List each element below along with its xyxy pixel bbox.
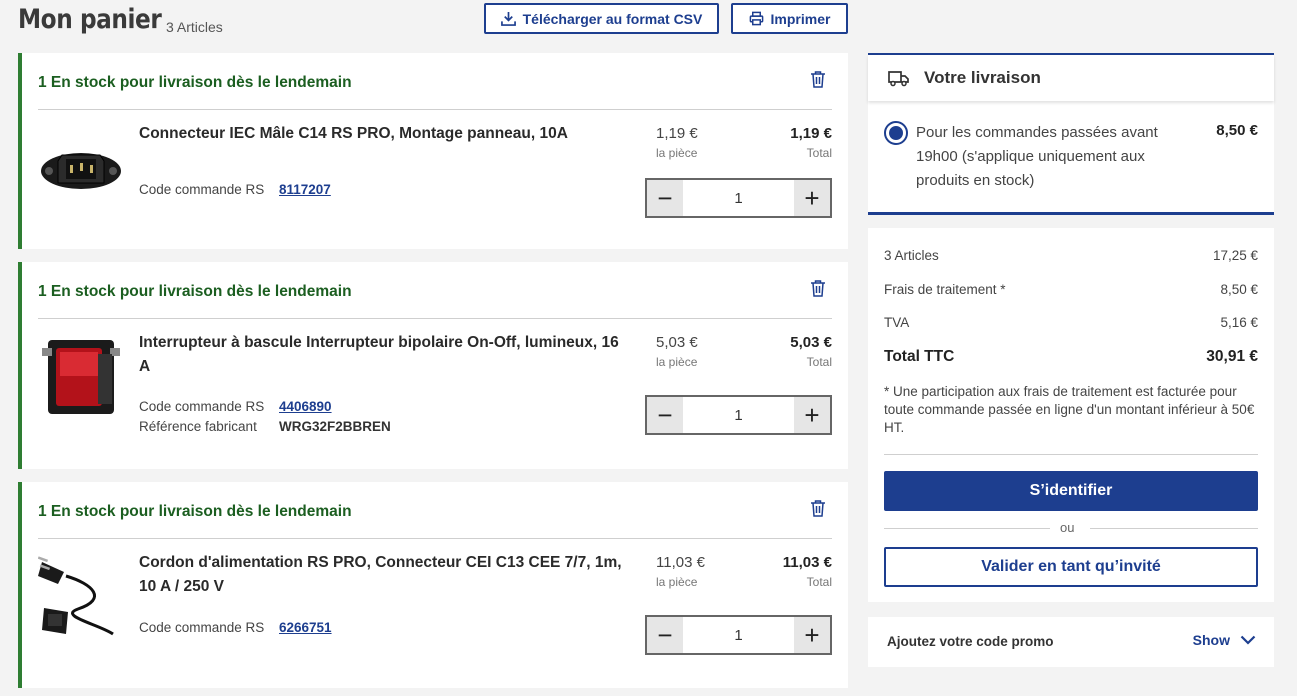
summary-vat-value: 5,16 € [1220,315,1258,330]
promo-label: Ajoutez votre code promo [887,634,1054,649]
trash-icon[interactable] [810,279,826,297]
stock-status: 1 En stock pour livraison dès le lendema… [38,74,352,91]
summary-fees-row: Frais de traitement * 8,50 € [884,282,1258,297]
summary-total-label: Total TTC [884,348,955,365]
rs-code-link[interactable]: 4406890 [279,399,332,414]
summary-articles-label: 3 Articles [884,248,939,263]
summary-articles-row: 3 Articles 17,25 € [884,248,1258,263]
line-total: 5,03 € [790,334,832,351]
print-button[interactable]: Imprimer [731,3,848,34]
summary-divider [884,454,1258,455]
rs-code-row: Code commande RS 8117207 [139,182,331,197]
card-divider [38,318,832,319]
trash-icon[interactable] [810,499,826,517]
manufacturer-ref-row: Référence fabricant WRG32F2BBREN [139,419,391,434]
chevron-down-icon [1240,635,1256,645]
decrease-quantity-button[interactable]: − [647,617,683,653]
rs-code-label: Code commande RS [139,399,265,414]
summary-total-value: 30,91 € [1206,348,1258,365]
card-divider [38,538,832,539]
decrease-quantity-button[interactable]: − [647,180,683,216]
quantity-input[interactable]: 1 [683,617,794,653]
rs-code-label: Code commande RS [139,182,265,197]
printer-icon [749,11,763,26]
truck-icon [888,71,909,87]
line-total-label: Total [806,146,832,160]
unit-price: 11,03 € [656,554,705,571]
or-text: ou [1060,520,1075,535]
fees-note: * Une participation aux frais de traitem… [884,384,1255,435]
stock-status: 1 En stock pour livraison dès le lendema… [38,283,352,300]
unit-price: 5,03 € [656,334,698,351]
or-divider-right [1090,528,1258,529]
delivery-panel: Votre livraison Pour les commandes passé… [868,53,1274,215]
product-name: Connecteur IEC Mâle C14 RS PRO, Montage … [139,125,568,142]
unit-price-label: la pièce [656,146,698,160]
delivery-header: Votre livraison [868,55,1274,101]
product-name: Interrupteur à bascule Interrupteur bipo… [139,334,619,375]
unit-price-label: la pièce [656,355,698,369]
login-button[interactable]: S’identifier [884,471,1258,511]
rs-code-row: Code commande RS 4406890 [139,399,332,414]
manufacturer-ref-value: WRG32F2BBREN [279,419,391,434]
quantity-stepper: − 1 + [645,395,832,435]
increase-quantity-button[interactable]: + [794,180,830,216]
print-label: Imprimer [770,10,831,27]
increase-quantity-button[interactable]: + [794,397,830,433]
line-total: 1,19 € [790,125,832,142]
product-name: Cordon d'alimentation RS PRO, Connecteur… [139,554,622,595]
article-count: 3 Articles [166,19,223,35]
download-csv-label: Télécharger au format CSV [522,10,703,27]
summary-fees-label: Frais de traitement * [884,282,1006,297]
promo-panel: Ajoutez votre code promo Show [868,617,1274,667]
guest-checkout-button[interactable]: Valider en tant qu’invité [884,547,1258,587]
line-total-label: Total [806,575,832,589]
promo-toggle-label: Show [1192,632,1230,648]
or-divider-left [884,528,1050,529]
delivery-option-radio[interactable] [884,121,908,145]
order-summary: 3 Articles 17,25 € Frais de traitement *… [868,228,1274,602]
summary-total-row: Total TTC 30,91 € [884,348,1258,366]
card-divider [38,109,832,110]
product-image-rocker-switch [42,340,120,414]
cart-item: 1 En stock pour livraison dès le lendema… [18,262,848,469]
rs-code-link[interactable]: 8117207 [279,182,331,197]
quantity-stepper: − 1 + [645,615,832,655]
line-total-label: Total [806,355,832,369]
unit-price-label: la pièce [656,575,698,589]
line-total: 11,03 € [782,554,832,571]
stock-status: 1 En stock pour livraison dès le lendema… [38,503,352,520]
quantity-input[interactable]: 1 [683,180,794,216]
rs-code-label: Code commande RS [139,620,265,635]
delivery-title: Votre livraison [924,68,1041,87]
cart-item: 1 En stock pour livraison dès le lendema… [18,482,848,688]
download-icon [500,11,516,26]
download-csv-button[interactable]: Télécharger au format CSV [484,3,719,34]
summary-vat-row: TVA 5,16 € [884,315,1258,330]
product-image-iec-connector [41,153,121,189]
product-image-power-cord [38,556,114,636]
delivery-option-text: Pour les commandes passées avant 19h00 (… [916,124,1158,189]
summary-fees-value: 8,50 € [1220,282,1258,297]
rs-code-link[interactable]: 6266751 [279,620,332,635]
summary-vat-label: TVA [884,315,910,330]
quantity-input[interactable]: 1 [683,397,794,433]
increase-quantity-button[interactable]: + [794,617,830,653]
delivery-option-price: 8,50 € [1216,122,1258,139]
rs-code-row: Code commande RS 6266751 [139,620,332,635]
summary-articles-value: 17,25 € [1212,248,1258,263]
quantity-stepper: − 1 + [645,178,832,218]
promo-toggle[interactable]: Show [1193,632,1256,648]
cart-item: 1 En stock pour livraison dès le lendema… [18,53,848,249]
unit-price: 1,19 € [656,125,698,142]
manufacturer-ref-label: Référence fabricant [139,419,257,434]
page-title: Mon panier [18,4,162,35]
trash-icon[interactable] [810,70,826,88]
decrease-quantity-button[interactable]: − [647,397,683,433]
